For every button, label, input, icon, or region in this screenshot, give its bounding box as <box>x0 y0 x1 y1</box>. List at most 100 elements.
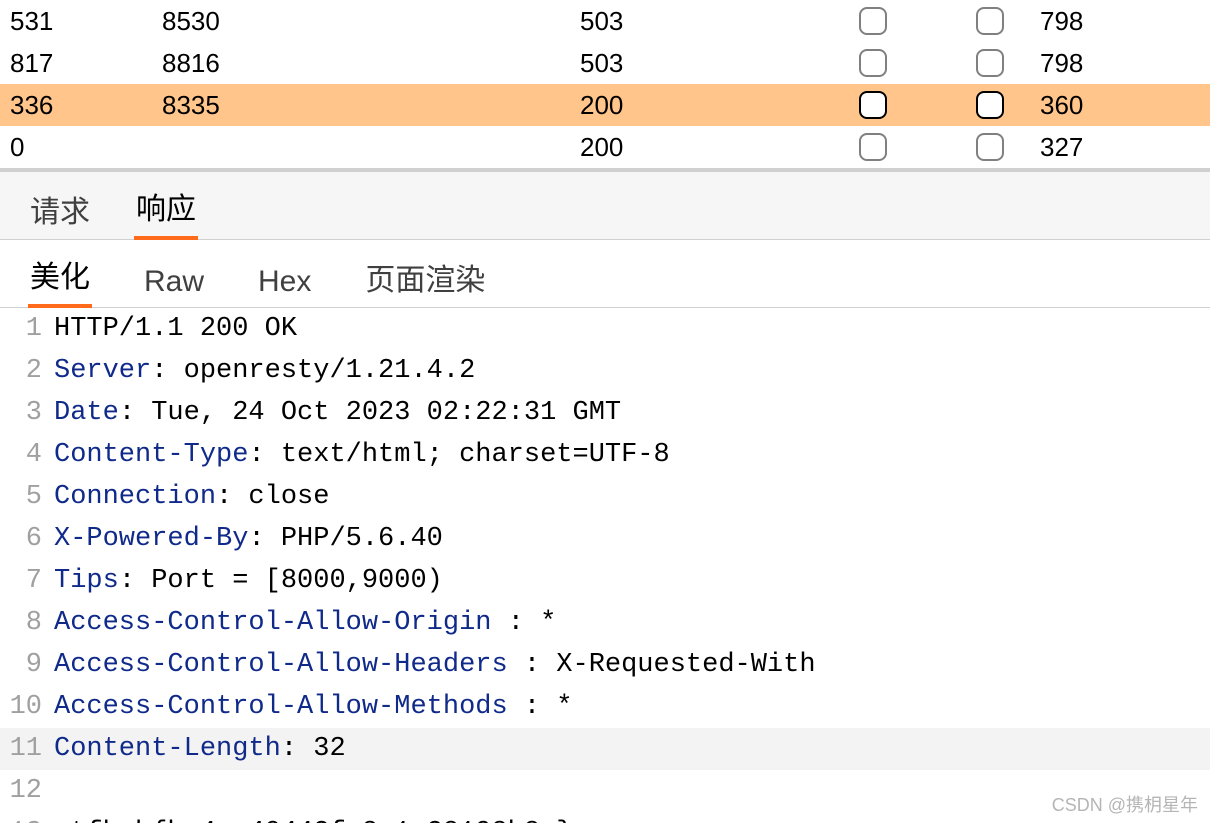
response-viewer[interactable]: 1HTTP/1.1 200 OK2Server: openresty/1.21.… <box>0 308 1210 823</box>
cell-status: 503 <box>580 48 806 79</box>
cell-status: 200 <box>580 132 806 163</box>
cell-check2 <box>940 133 1040 161</box>
cell-check1 <box>806 49 940 77</box>
header-value: : 32 <box>281 734 346 764</box>
cell-col2: 8335 <box>162 90 580 121</box>
sub-tab[interactable]: Hex <box>256 261 313 307</box>
table-row[interactable]: 8178816503798 <box>0 42 1210 84</box>
cell-check2 <box>940 91 1040 119</box>
response-line: 5Connection: close <box>0 476 1210 518</box>
line-number: 6 <box>0 518 50 560</box>
line-code[interactable]: Content-Type: text/html; charset=UTF-8 <box>50 434 1210 476</box>
line-number: 7 <box>0 560 50 602</box>
cell-col2: 8530 <box>162 6 580 37</box>
line-number: 12 <box>0 770 50 812</box>
sub-tab[interactable]: 页面渲染 <box>363 251 487 307</box>
line-code[interactable]: Access-Control-Allow-Origin : * <box>50 602 1210 644</box>
header-name: Content-Length <box>54 734 281 764</box>
checkbox-icon[interactable] <box>859 133 887 161</box>
cell-length: 360 <box>1040 90 1210 121</box>
cell-length: 327 <box>1040 132 1210 163</box>
main-tab[interactable]: 响应 <box>134 180 198 240</box>
cell-check1 <box>806 91 940 119</box>
header-value: : * <box>508 608 557 638</box>
response-line: 11Content-Length: 32 <box>0 728 1210 770</box>
line-number: 8 <box>0 602 50 644</box>
table-row[interactable]: 5318530503 798 <box>0 0 1210 42</box>
line-number: 5 <box>0 476 50 518</box>
header-name: Connection <box>54 482 216 512</box>
sub-tab[interactable]: 美化 <box>28 248 92 308</box>
cell-col1: 531 <box>10 6 162 37</box>
line-code[interactable]: HTTP/1.1 200 OK <box>50 308 1210 350</box>
cell-length: 798 <box>1040 6 1210 37</box>
main-tabs: 请求响应 <box>0 172 1210 240</box>
response-line: 9Access-Control-Allow-Headers : X-Reques… <box>0 644 1210 686</box>
response-line: 3Date: Tue, 24 Oct 2023 02:22:31 GMT <box>0 392 1210 434</box>
line-code[interactable]: ctfhub{bc4ec40442fe8a1e28198b8c} <box>50 812 1210 823</box>
checkbox-icon[interactable] <box>976 7 1004 35</box>
line-number: 9 <box>0 644 50 686</box>
cell-check1 <box>806 7 940 35</box>
header-name: Date <box>54 398 119 428</box>
cell-status: 503 <box>580 6 806 37</box>
checkbox-icon[interactable] <box>859 91 887 119</box>
response-line: 6X-Powered-By: PHP/5.6.40 <box>0 518 1210 560</box>
line-code[interactable]: Content-Length: 32 <box>50 728 1210 770</box>
header-value: : Tue, 24 Oct 2023 02:22:31 GMT <box>119 398 621 428</box>
cell-col2: 8816 <box>162 48 580 79</box>
sub-tab[interactable]: Raw <box>142 261 206 307</box>
header-value: : PHP/5.6.40 <box>248 524 442 554</box>
header-name: Access-Control-Allow-Headers <box>54 650 524 680</box>
cell-col1: 0 <box>10 132 162 163</box>
line-number: 4 <box>0 434 50 476</box>
main-tab[interactable]: 请求 <box>28 183 92 239</box>
cell-check2 <box>940 49 1040 77</box>
line-code[interactable]: Server: openresty/1.21.4.2 <box>50 350 1210 392</box>
line-code[interactable]: X-Powered-By: PHP/5.6.40 <box>50 518 1210 560</box>
checkbox-icon[interactable] <box>859 7 887 35</box>
cell-status: 200 <box>580 90 806 121</box>
cell-col1: 336 <box>10 90 162 121</box>
line-code[interactable]: Tips: Port = [8000,9000) <box>50 560 1210 602</box>
header-name: Access-Control-Allow-Methods <box>54 692 524 722</box>
header-value: : close <box>216 482 329 512</box>
response-line: 8Access-Control-Allow-Origin : * <box>0 602 1210 644</box>
header-name: Server <box>54 356 151 386</box>
header-value: : text/html; charset=UTF-8 <box>248 440 669 470</box>
header-value: : Port = [8000,9000) <box>119 566 443 596</box>
checkbox-icon[interactable] <box>859 49 887 77</box>
response-line: 10Access-Control-Allow-Methods : * <box>0 686 1210 728</box>
table-row[interactable]: 0 200 327 <box>0 126 1210 168</box>
line-number: 2 <box>0 350 50 392</box>
cell-check2 <box>940 7 1040 35</box>
line-code[interactable] <box>50 770 1210 812</box>
header-name: Access-Control-Allow-Origin <box>54 608 508 638</box>
line-code[interactable]: Access-Control-Allow-Methods : * <box>50 686 1210 728</box>
line-code[interactable]: Date: Tue, 24 Oct 2023 02:22:31 GMT <box>50 392 1210 434</box>
response-line: 1HTTP/1.1 200 OK <box>0 308 1210 350</box>
line-code[interactable]: Access-Control-Allow-Headers : X-Request… <box>50 644 1210 686</box>
response-line: 2Server: openresty/1.21.4.2 <box>0 350 1210 392</box>
response-line: 12 <box>0 770 1210 812</box>
line-number: 10 <box>0 686 50 728</box>
table-row[interactable]: 3368335200 360 <box>0 84 1210 126</box>
line-code[interactable]: Connection: close <box>50 476 1210 518</box>
results-table[interactable]: 5318530503798817881650379833683352003600… <box>0 0 1210 169</box>
checkbox-icon[interactable] <box>976 133 1004 161</box>
line-number: 3 <box>0 392 50 434</box>
checkbox-icon[interactable] <box>976 91 1004 119</box>
cell-check1 <box>806 133 940 161</box>
response-line: 7Tips: Port = [8000,9000) <box>0 560 1210 602</box>
sub-tabs: 美化 Raw Hex 页面渲染 <box>0 240 1210 308</box>
app-root: 5318530503798817881650379833683352003600… <box>0 0 1210 823</box>
cell-length: 798 <box>1040 48 1210 79</box>
checkbox-icon[interactable] <box>976 49 1004 77</box>
header-value: : openresty/1.21.4.2 <box>151 356 475 386</box>
line-number: 1 <box>0 308 50 350</box>
header-name: X-Powered-By <box>54 524 248 554</box>
header-name: Content-Type <box>54 440 248 470</box>
response-line: 13ctfhub{bc4ec40442fe8a1e28198b8c} <box>0 812 1210 823</box>
header-value: : X-Requested-With <box>524 650 816 680</box>
line-number: 11 <box>0 728 50 770</box>
